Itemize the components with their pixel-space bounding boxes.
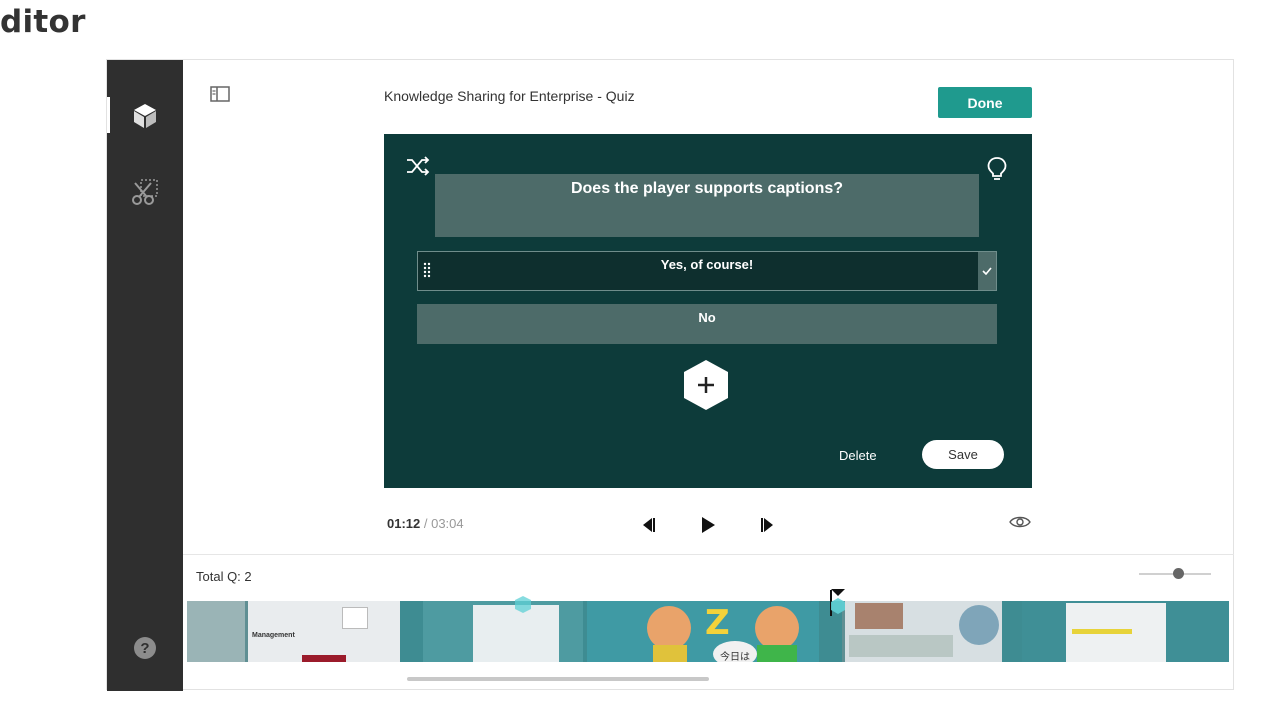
timeline-thumbnail-strip[interactable]: Management Z 今日は (187, 601, 1229, 662)
thumbnail-graphic (855, 603, 903, 629)
question-text[interactable]: Does the player supports captions? (435, 174, 979, 237)
question-stage: Does the player supports captions? Yes, … (384, 134, 1084, 488)
shuffle-icon[interactable] (406, 156, 430, 176)
time-separator: / (420, 516, 432, 531)
step-back-icon[interactable] (640, 516, 658, 534)
page-heading: ditor (0, 4, 86, 40)
delete-button[interactable]: Delete (839, 448, 877, 463)
save-button[interactable]: Save (922, 440, 1004, 469)
help-button[interactable]: ? (134, 637, 156, 659)
thumbnail-graphic (1072, 629, 1132, 634)
timeline-scrollbar[interactable] (407, 677, 709, 681)
sidebar: ? (107, 60, 183, 691)
editor-frame: ? Knowledge Sharing for Enterprise - Qui… (106, 59, 1234, 691)
add-answer-button[interactable] (682, 359, 730, 411)
current-time: 01:12 (387, 516, 421, 531)
timeline-divider (183, 554, 1234, 555)
thumbnail-graphic (755, 606, 799, 650)
answer-text: Yes, of course! (660, 257, 754, 272)
timeline-thumbnail (187, 601, 247, 662)
thumbnail-speech-bubble: 今日は (713, 641, 757, 662)
answer-option-correct[interactable]: Yes, of course! (417, 251, 997, 291)
drag-handle-icon[interactable] (423, 262, 431, 278)
sidebar-item-quiz[interactable] (129, 100, 161, 132)
thumbnail-graphic (959, 605, 999, 645)
done-button[interactable]: Done (938, 87, 1032, 118)
thumbnail-graphic (342, 607, 368, 629)
total-time: 03:04 (431, 516, 464, 531)
thumbnail-graphic (647, 606, 691, 650)
total-questions-label: Total Q: 2 (196, 569, 252, 584)
question-marker[interactable] (829, 589, 847, 617)
thumbnail-graphic: Z (705, 603, 730, 643)
zoom-slider-handle[interactable] (1173, 568, 1184, 579)
correct-answer-toggle[interactable] (978, 252, 996, 290)
cube-icon (134, 104, 156, 128)
timeline-thumbnail: Management (245, 601, 400, 662)
timeline-thumbnail: Z 今日は (587, 601, 819, 662)
preview-eye-icon[interactable] (1009, 515, 1031, 529)
play-icon[interactable] (699, 516, 717, 534)
thumbnail-graphic (757, 645, 797, 662)
panel-toggle-icon[interactable] (210, 86, 230, 102)
time-display: 01:12 / 03:04 (387, 516, 464, 531)
thumbnail-text: 今日は (720, 652, 750, 662)
thumbnail-graphic (849, 635, 953, 657)
timeline-thumbnail (1022, 601, 1229, 662)
thumbnail-text: Management (252, 632, 295, 639)
checkmark-icon (982, 267, 992, 275)
active-indicator (107, 97, 110, 133)
question-marker[interactable] (514, 595, 532, 615)
quiz-title: Knowledge Sharing for Enterprise - Quiz (384, 88, 635, 104)
text-cursor-icon: I (1074, 376, 1084, 395)
thumbnail-graphic (653, 645, 687, 662)
thumbnail-graphic (302, 655, 346, 662)
answer-text: No (698, 310, 716, 325)
lightbulb-icon[interactable] (986, 156, 1008, 182)
scissors-icon (132, 179, 158, 205)
step-forward-icon[interactable] (758, 516, 776, 534)
sidebar-item-clip[interactable] (129, 176, 161, 208)
answer-option[interactable]: No (417, 304, 997, 344)
timeline-thumbnail (842, 601, 1002, 662)
timeline-thumbnail (423, 601, 583, 662)
